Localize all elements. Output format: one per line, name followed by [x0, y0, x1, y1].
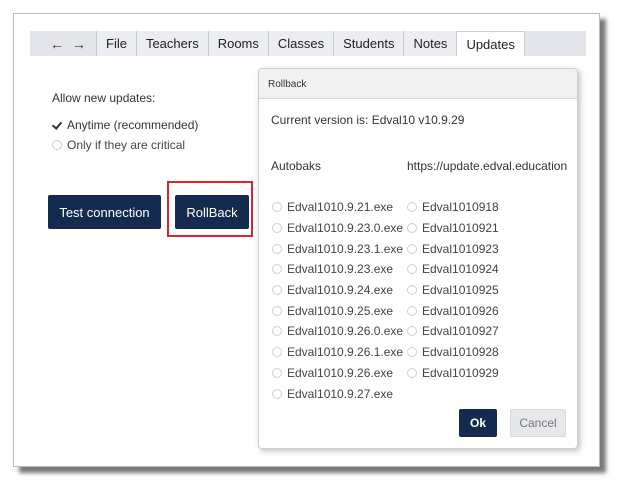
radio-icon [272, 202, 282, 213]
option-critical[interactable]: Only if they are critical [52, 138, 198, 152]
version-option[interactable]: Edval1010.9.25.exe [272, 300, 403, 321]
version-label: Edval1010.9.21.exe [287, 200, 394, 215]
rollback-highlight-box [167, 181, 253, 237]
radio-icon [407, 243, 417, 254]
radio-icon [407, 202, 417, 213]
option-anytime-label: Anytime (recommended) [67, 118, 199, 132]
ok-button[interactable]: Ok [459, 409, 497, 437]
version-option[interactable]: Edval1010.9.21.exe [272, 197, 403, 218]
version-option[interactable]: Edval1010921 [407, 218, 499, 239]
version-label: Edval1010.9.23.0.exe [287, 221, 404, 236]
version-option[interactable]: Edval1010929 [407, 363, 499, 384]
autobaks-list: Edval1010.9.21.exe Edval1010.9.23.0.exe Ed… [272, 197, 403, 404]
version-option[interactable]: Edval1010.9.26.0.exe [272, 321, 403, 342]
current-version-text: Current version is: Edval10 v10.9.29 [271, 113, 465, 127]
radio-icon [407, 264, 417, 275]
version-label: Edval1010921 [422, 221, 499, 236]
version-option[interactable]: Edval1010.9.26.1.exe [272, 342, 403, 363]
forward-arrow-icon[interactable]: → [72, 37, 86, 51]
version-label: Edval1010927 [422, 324, 499, 339]
version-label: Edval1010928 [422, 345, 499, 360]
radio-icon [407, 367, 417, 378]
version-label: Edval1010.9.26.1.exe [287, 345, 404, 360]
cancel-button[interactable]: Cancel [510, 409, 566, 437]
radio-icon [407, 326, 417, 337]
version-label: Edval1010.9.27.exe [287, 386, 394, 401]
nav-arrows: ← → [30, 31, 96, 56]
radio-icon [272, 388, 282, 399]
version-label: Edval1010.9.23.1.exe [287, 241, 404, 256]
version-option[interactable]: Edval1010926 [407, 300, 499, 321]
tab-students[interactable]: Students [333, 31, 404, 56]
version-label: Edval1010.9.24.exe [287, 283, 394, 298]
version-option[interactable]: Edval1010927 [407, 321, 499, 342]
radio-icon [272, 305, 282, 316]
radio-icon [272, 223, 282, 234]
version-option[interactable]: Edval1010928 [407, 342, 499, 363]
radio-icon [272, 264, 282, 275]
tab-teachers[interactable]: Teachers [135, 31, 208, 56]
radio-icon [272, 285, 282, 296]
radio-icon [407, 347, 417, 358]
radio-icon [407, 223, 417, 234]
update-settings: Allow new updates: Anytime (recommended)… [52, 91, 198, 158]
autobaks-heading: Autobaks [271, 159, 322, 173]
version-label: Edval1010.9.26.0.exe [287, 324, 404, 339]
option-critical-label: Only if they are critical [67, 138, 186, 152]
test-connection-button[interactable]: Test connection [48, 195, 161, 229]
version-option[interactable]: Edval1010.9.23.1.exe [272, 238, 403, 259]
remote-list: Edval1010918 Edval1010921 Edval1010923 Edva… [407, 197, 499, 383]
version-option[interactable]: Edval1010923 [407, 238, 499, 259]
radio-icon [272, 347, 282, 358]
version-label: Edval1010.9.23.exe [287, 262, 394, 277]
radio-icon [272, 367, 282, 378]
allow-updates-heading: Allow new updates: [52, 91, 156, 105]
version-option[interactable]: Edval1010.9.23.exe [272, 259, 403, 280]
tab-rooms[interactable]: Rooms [207, 31, 268, 56]
version-option[interactable]: Edval1010924 [407, 259, 499, 280]
tab-classes[interactable]: Classes [267, 31, 334, 56]
option-anytime[interactable]: Anytime (recommended) [52, 118, 198, 132]
version-label: Edval1010923 [422, 241, 499, 256]
remote-url-heading: https://update.edval.education [407, 159, 568, 173]
radio-icon [52, 140, 62, 150]
tab-updates[interactable]: Updates [456, 31, 525, 56]
version-label: Edval1010926 [422, 303, 499, 318]
version-option[interactable]: Edval1010918 [407, 197, 499, 218]
version-label: Edval1010924 [422, 262, 499, 277]
checkmark-icon [52, 120, 62, 130]
radio-icon [407, 285, 417, 296]
version-option[interactable]: Edval1010.9.26.exe [272, 363, 403, 384]
version-option[interactable]: Edval1010.9.23.0.exe [272, 218, 403, 239]
tab-file[interactable]: File [96, 31, 136, 56]
dialog-title: Rollback [259, 69, 577, 99]
version-label: Edval1010929 [422, 365, 499, 380]
version-label: Edval1010925 [422, 283, 499, 298]
version-label: Edval1010.9.25.exe [287, 303, 394, 318]
version-option[interactable]: Edval1010.9.27.exe [272, 383, 403, 404]
radio-icon [272, 326, 282, 337]
tab-bar: ← → File Teachers Rooms Classes Students… [30, 31, 586, 56]
version-option[interactable]: Edval1010925 [407, 280, 499, 301]
radio-icon [407, 305, 417, 316]
version-label: Edval1010.9.26.exe [287, 365, 394, 380]
version-option[interactable]: Edval1010.9.24.exe [272, 280, 403, 301]
tab-notes[interactable]: Notes [403, 31, 457, 56]
back-arrow-icon[interactable]: ← [50, 37, 64, 51]
rollback-dialog: Rollback Current version is: Edval10 v10… [258, 68, 578, 449]
version-label: Edval1010918 [422, 200, 499, 215]
radio-icon [272, 243, 282, 254]
